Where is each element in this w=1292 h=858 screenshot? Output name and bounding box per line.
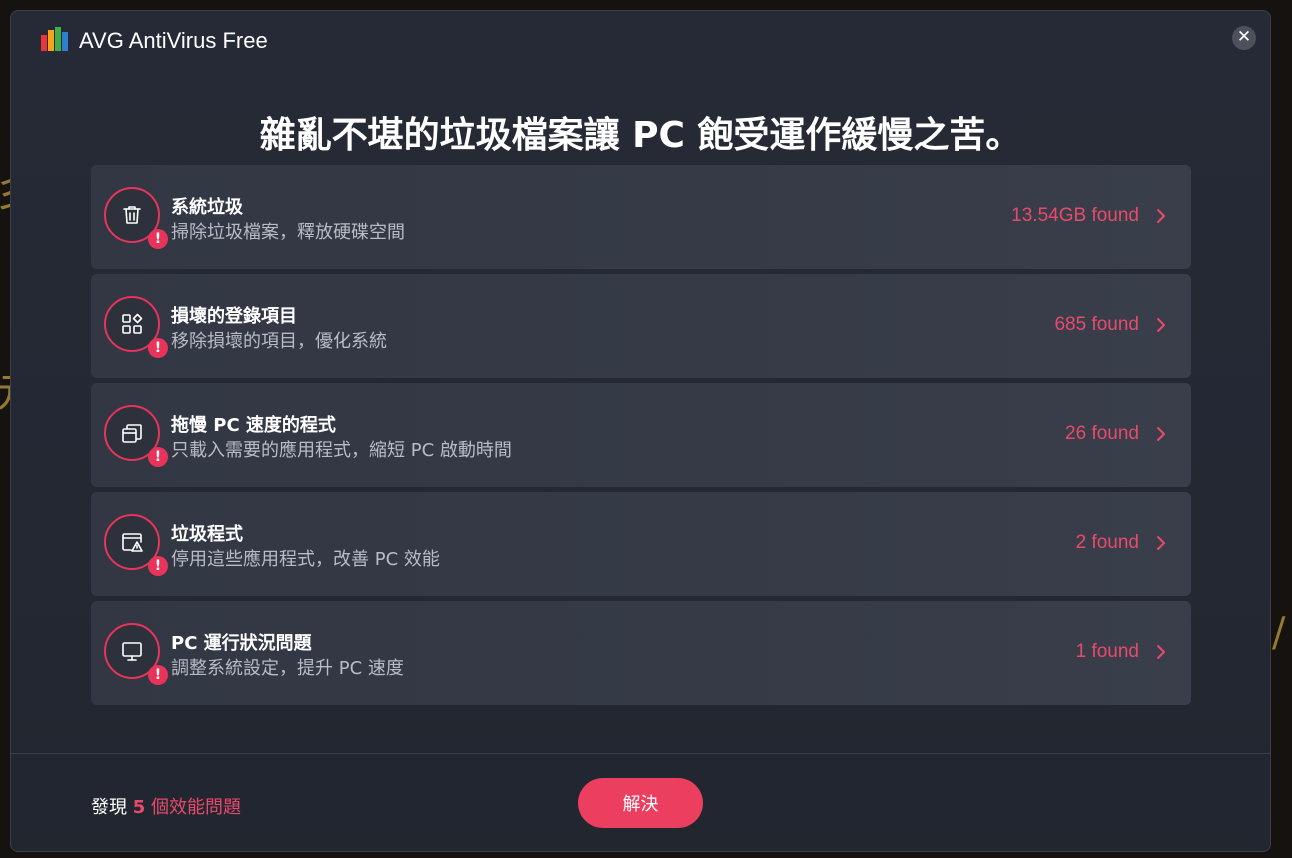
- alert-icon: !: [148, 665, 168, 685]
- resolve-button[interactable]: 解決: [578, 778, 703, 828]
- app-warning-icon: [122, 533, 143, 552]
- alert-icon: !: [148, 229, 168, 249]
- issue-row-system-junk[interactable]: ! 系統垃圾 掃除垃圾檔案，釋放硬碟空間 13.54GB found: [91, 165, 1191, 269]
- chevron-right-icon: [1157, 645, 1165, 659]
- issue-title: 損壞的登錄項目: [171, 306, 297, 327]
- background-scribble: /: [1272, 610, 1286, 656]
- alert-icon: !: [148, 338, 168, 358]
- chevron-right-icon: [1157, 536, 1165, 550]
- summary-prefix: 發現: [91, 797, 127, 818]
- issues-summary: 發現 5 個效能問題: [91, 793, 241, 819]
- issue-count: 26 found: [1065, 423, 1139, 444]
- title-bar: AVG AntiVirus Free ✕: [11, 11, 1270, 69]
- app-title: AVG AntiVirus Free: [79, 28, 268, 53]
- issue-description: 調整系統設定，提升 PC 速度: [171, 658, 404, 679]
- issue-row-slow-programs[interactable]: ! 拖慢 PC 速度的程式 只載入需要的應用程式，縮短 PC 啟動時間 26 f…: [91, 383, 1191, 487]
- summary-count: 5: [132, 797, 146, 818]
- issue-title: 系統垃圾: [171, 197, 243, 218]
- issue-count: 13.54GB found: [1011, 205, 1139, 226]
- chevron-right-icon: [1157, 427, 1165, 441]
- close-button[interactable]: ✕: [1232, 26, 1256, 50]
- issue-icon-ring: !: [104, 187, 168, 249]
- page-headline: 雜亂不堪的垃圾檔案讓 PC 飽受運作緩慢之苦。: [259, 115, 1022, 156]
- issue-count: 685 found: [1054, 314, 1139, 335]
- issue-description: 只載入需要的應用程式，縮短 PC 啟動時間: [171, 440, 512, 461]
- alert-icon: !: [148, 556, 168, 576]
- footer-divider: [11, 753, 1270, 754]
- app-window: AVG AntiVirus Free ✕ 雜亂不堪的垃圾檔案讓 PC 飽受運作緩…: [10, 10, 1271, 852]
- issue-icon-ring: !: [104, 623, 168, 685]
- issue-title: PC 運行狀況問題: [171, 633, 312, 654]
- issue-list: ! 系統垃圾 掃除垃圾檔案，釋放硬碟空間 13.54GB found ! 損壞的…: [91, 165, 1191, 710]
- issue-icon-ring: !: [104, 514, 168, 576]
- issue-icon-ring: !: [104, 296, 168, 358]
- issue-icon-ring: !: [104, 405, 168, 467]
- close-icon: ✕: [1236, 27, 1252, 47]
- issue-description: 掃除垃圾檔案，釋放硬碟空間: [171, 222, 405, 243]
- issue-description: 移除損壞的項目，優化系統: [171, 331, 387, 352]
- issue-title: 垃圾程式: [171, 524, 243, 545]
- issue-count: 2 found: [1075, 532, 1139, 553]
- alert-icon: !: [148, 447, 168, 467]
- issue-row-pc-health[interactable]: ! PC 運行狀況問題 調整系統設定，提升 PC 速度 1 found: [91, 601, 1191, 705]
- registry-blocks-icon: [122, 313, 143, 334]
- issue-row-junk-programs[interactable]: ! 垃圾程式 停用這些應用程式，改善 PC 效能 2 found: [91, 492, 1191, 596]
- chevron-right-icon: [1157, 209, 1165, 223]
- monitor-icon: [122, 642, 142, 661]
- issue-row-broken-registry[interactable]: ! 損壞的登錄項目 移除損壞的項目，優化系統 685 found: [91, 274, 1191, 378]
- issue-count: 1 found: [1075, 641, 1139, 662]
- summary-suffix: 個效能問題: [151, 797, 241, 818]
- chevron-right-icon: [1157, 318, 1165, 332]
- avg-logo-icon: [41, 27, 68, 51]
- issue-title: 拖慢 PC 速度的程式: [171, 415, 336, 436]
- trash-icon: [123, 206, 141, 224]
- windows-stack-icon: [122, 424, 142, 443]
- issue-description: 停用這些應用程式，改善 PC 效能: [171, 549, 440, 570]
